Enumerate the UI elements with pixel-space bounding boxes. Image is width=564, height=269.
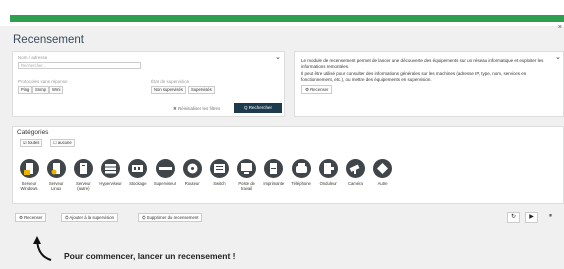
category-label: Serveur Linux <box>48 181 64 191</box>
supervision-not-supervised[interactable]: Non supervisés <box>151 86 186 94</box>
refresh-icon[interactable]: ↻ <box>507 212 520 223</box>
toggle-all-button[interactable]: ☑ toutes <box>20 139 43 147</box>
category-phone[interactable]: Téléphone <box>289 159 313 187</box>
info-panel: Le module de recensement permet de lance… <box>294 51 564 117</box>
category-storage[interactable]: Stockage <box>126 159 150 187</box>
category-label: Poste de travail <box>238 181 255 191</box>
category-label: Onduleur <box>319 181 337 186</box>
info-text-1: Le module de recensement permet de lance… <box>301 58 544 69</box>
category-label: Autre <box>377 181 388 186</box>
top-bar <box>0 0 564 26</box>
linux-server-icon <box>46 159 66 178</box>
toggle-none-label: aucune <box>57 140 72 145</box>
category-camera[interactable]: Caméra <box>343 159 367 187</box>
category-printer[interactable]: Imprimante <box>262 159 286 187</box>
play-icon[interactable]: ▶ <box>525 212 538 223</box>
remove-recensement-icon: ⛭ <box>142 215 146 220</box>
info-recenser-button[interactable]: ⚙ Recenser <box>301 85 333 94</box>
phone-icon <box>291 159 311 178</box>
search-button[interactable]: Q Rechercher <box>234 103 282 113</box>
recenser-label: Recenser <box>24 215 43 220</box>
toggle-none-button[interactable]: ☐ aucune <box>50 139 75 147</box>
recenser-gear-icon: ⚙ <box>19 215 23 220</box>
curved-arrow-icon <box>33 236 52 261</box>
category-supervisor[interactable]: Superviseur <box>153 159 177 187</box>
chevron-down-icon[interactable]: ⌄ <box>275 54 281 61</box>
workstation-icon <box>237 159 257 178</box>
category-label: Routeur <box>184 181 200 186</box>
add-supervision-icon: ⛭ <box>65 215 69 220</box>
category-router[interactable]: Routeur <box>180 159 204 187</box>
probes-label: Protocoles sans réponse <box>18 79 68 84</box>
category-label: Serveur (autre) <box>76 181 91 191</box>
hypervisor-icon <box>101 159 121 178</box>
recenser-icon: ⚙ <box>305 87 309 92</box>
supervision-supervised[interactable]: Supervisés <box>188 86 215 94</box>
category-other[interactable]: Autre <box>371 159 395 187</box>
info-chevron-icon[interactable]: ⌄ <box>555 54 561 61</box>
category-label: Caméra <box>347 181 363 186</box>
category-label: Switch <box>213 181 226 186</box>
empty-state-message: Pour commencer, lancer un recensement ! <box>64 251 236 261</box>
category-label: Serveur Windows <box>20 181 38 191</box>
reset-filters-button[interactable]: ✖ Réinitialiser les filtres <box>173 106 220 112</box>
supervision-label: État de supervision <box>151 79 190 84</box>
add-supervision-label: Ajouter à la supervision <box>69 215 115 220</box>
category-server-other[interactable]: Serveur (autre) <box>71 159 95 191</box>
storage-icon <box>128 159 148 178</box>
accent-bar <box>10 15 564 22</box>
printer-icon <box>264 159 284 178</box>
probe-ping[interactable]: Ping <box>18 86 33 94</box>
probe-snmp[interactable]: Snmp <box>32 86 49 94</box>
other-icon <box>373 159 393 178</box>
pause-icon[interactable]: ⏸ <box>544 212 557 223</box>
supervisor-icon <box>155 159 175 178</box>
info-text-2: Il peut être utilisé pour consulter des … <box>301 71 527 82</box>
add-supervision-button[interactable]: ⛭ Ajouter à la supervision <box>61 213 119 222</box>
probe-wmi[interactable]: Wmi <box>49 86 64 94</box>
camera-icon <box>345 159 365 178</box>
toggle-all-label: toutes <box>27 140 40 145</box>
categories-panel: Catégories ☑ toutes ☐ aucune Serveur Win… <box>12 126 564 204</box>
category-label: Téléphone <box>291 181 311 186</box>
router-icon <box>182 159 202 178</box>
category-workstation[interactable]: Poste de travail <box>235 159 259 191</box>
category-label: Hyperviseur <box>99 181 122 186</box>
remove-recensement-button[interactable]: ⛭ Supprimer du recensement <box>138 213 203 222</box>
ups-icon <box>318 159 338 178</box>
categories-title: Catégories <box>17 129 49 136</box>
category-switch[interactable]: Switch <box>207 159 231 187</box>
switch-icon <box>209 159 229 178</box>
category-ups[interactable]: Onduleur <box>316 159 340 187</box>
close-icon[interactable]: × <box>558 24 562 31</box>
category-windows-server[interactable]: Serveur Windows <box>17 159 41 191</box>
category-linux-server[interactable]: Serveur Linux <box>44 159 68 191</box>
category-hypervisor[interactable]: Hyperviseur <box>99 159 123 187</box>
page-title: Recensement <box>13 34 84 46</box>
info-recenser-label: Recenser <box>310 87 329 92</box>
search-input[interactable]: Rechercher... <box>18 62 141 69</box>
category-label: Stockage <box>129 181 147 186</box>
recenser-button[interactable]: ⚙ Recenser <box>15 213 47 222</box>
category-label: Superviseur <box>153 181 177 186</box>
name-label: Nom / adresse <box>18 55 48 60</box>
filter-panel: Nom / adresse Rechercher... ⌄ Protocoles… <box>12 51 285 117</box>
server-other-icon <box>73 159 93 178</box>
windows-server-icon <box>19 159 39 178</box>
category-label: Imprimante <box>263 181 285 186</box>
remove-recensement-label: Supprimer du recensement <box>146 215 199 220</box>
